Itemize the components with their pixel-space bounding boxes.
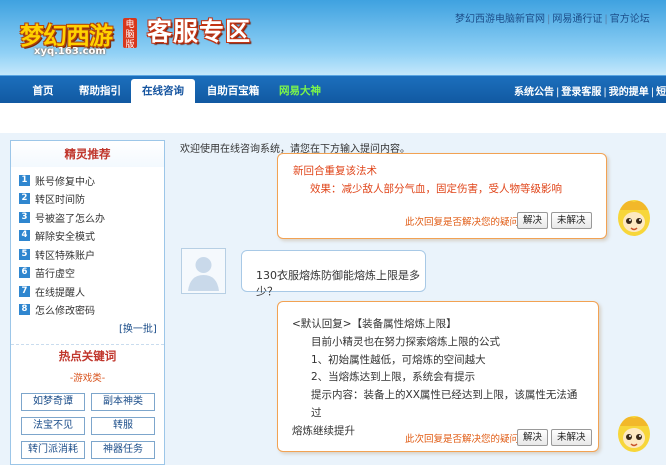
item-number: 4 (19, 230, 30, 242)
separator: | (650, 87, 655, 98)
link-forum[interactable]: 官方论坛 (610, 14, 650, 25)
logo-badge: 电脑版 (123, 18, 137, 50)
user-avatar (181, 248, 226, 294)
answer-line: <默认回复>【装备属性熔炼上限】 (292, 318, 457, 330)
item-label: 号被盗了怎么办 (35, 213, 105, 225)
item-number: 7 (19, 285, 30, 297)
recommend-item[interactable]: 4 解除安全模式 (19, 227, 159, 246)
answer-line: 目前小精灵也在努力探索熔炼上限的公式 (311, 335, 500, 348)
tab-self-service[interactable]: 自助百宝箱 (199, 79, 267, 104)
item-number: 8 (19, 304, 30, 316)
item-label: 在线提醒人 (35, 287, 85, 299)
game-logo[interactable]: 梦幻西游 电脑版 xyq.163.com (8, 6, 137, 58)
recommend-item[interactable]: 6 苗行虚空 (19, 264, 159, 283)
item-label: 解除安全模式 (35, 232, 95, 244)
unsolved-button[interactable]: 未解决 (551, 429, 592, 446)
solved-prompt: 此次回复是否解决您的疑问: (405, 434, 523, 445)
recommend-item[interactable]: 2 转区时间防 (19, 190, 159, 209)
keyword-button[interactable]: 法宝不见 (21, 417, 85, 435)
answer-line: 提示内容：装备上的XX属性已经达到上限，该属性无法通过 (311, 389, 578, 419)
tab-home[interactable]: 首页 (20, 79, 66, 104)
tab-online-consult[interactable]: 在线咨询 (131, 79, 195, 104)
answer-bubble: 新回合重复该法术 效果：减少敌人部分气血，固定伤害，受人物等级影响 此次回复是否… (277, 153, 607, 239)
recommend-item[interactable]: 5 转区特殊账户 (19, 245, 159, 264)
link-passport[interactable]: 网易通行证 (552, 14, 602, 25)
recommend-item[interactable]: 3 号被盗了怎么办 (19, 208, 159, 227)
link-login-service[interactable]: 登录客服 (561, 87, 601, 98)
solved-button[interactable]: 解决 (517, 429, 549, 446)
item-number: 2 (19, 193, 30, 205)
refresh-recommend-link[interactable]: [换一批] (119, 320, 157, 335)
answer-line: 新回合重复该法术 (293, 165, 377, 177)
game-category-label: -游戏类- (69, 373, 106, 384)
service-bot-avatar-icon (618, 200, 650, 236)
item-label: 账号修复中心 (35, 176, 95, 188)
item-label: 转区特殊账户 (35, 250, 95, 262)
page-title: 客服专区 (147, 17, 252, 46)
keyword-button[interactable]: 转门派消耗 (21, 441, 85, 459)
tab-netease-dashen[interactable]: 网易大神 (272, 79, 328, 104)
separator: | (603, 87, 607, 98)
item-number: 5 (19, 248, 30, 260)
item-number: 1 (19, 174, 30, 186)
item-label: 转区时间防 (35, 195, 85, 207)
recommend-list: 1 账号修复中心 2 转区时间防 3 号被盗了怎么办 4 解除安全模式 5 转区特殊账户 … (19, 171, 159, 319)
separator: | (604, 14, 608, 25)
answer-bubble: <默认回复>【装备属性熔炼上限】 目前小精灵也在努力探索熔炼上限的公式 1、初始… (277, 301, 599, 452)
link-my-tickets[interactable]: 我的提单 (609, 87, 649, 98)
item-label: 苗行虚空 (35, 269, 75, 281)
link-official-site[interactable]: 梦幻西游电脑新官网 (455, 14, 545, 25)
recommend-title: 精灵推荐 (11, 141, 164, 167)
main-nav: 首页 帮助指引 在线咨询 自助百宝箱 网易大神 系统公告 | 登录客服 | 我的提单 | 短 (0, 75, 666, 104)
link-more[interactable]: 短 (656, 87, 666, 98)
nav-right-links: 系统公告 | 登录客服 | 我的提单 | 短 (514, 83, 666, 98)
sub-bar (0, 103, 666, 133)
question-text: 130衣服熔炼防御能熔炼上限是多少？ (256, 269, 420, 298)
recommend-item[interactable]: 8 怎么修改密码 (19, 301, 159, 320)
service-bot-avatar-icon (618, 416, 650, 452)
tab-help[interactable]: 帮助指引 (70, 79, 130, 104)
answer-line: 1、初始属性越低，可熔炼的空间越大 (311, 353, 486, 366)
logo-url: xyq.163.com (34, 46, 106, 57)
top-links: 梦幻西游电脑新官网 | 网易通行证 | 官方论坛 (455, 10, 650, 25)
question-bubble: 130衣服熔炼防御能熔炼上限是多少？ (241, 250, 426, 298)
item-number: 3 (19, 211, 30, 223)
separator: | (547, 14, 551, 25)
answer-line: 2、当熔炼达到上限，系统会有提示 (311, 371, 476, 384)
keyword-button[interactable]: 如梦奇谭 (21, 393, 85, 411)
recommend-item[interactable]: 7 在线提醒人 (19, 282, 159, 301)
link-announcements[interactable]: 系统公告 (514, 87, 554, 98)
keyword-button[interactable]: 神器任务 (91, 441, 155, 459)
solved-prompt: 此次回复是否解决您的疑问: (405, 217, 523, 228)
sidebar: 精灵推荐 1 账号修复中心 2 转区时间防 3 号被盗了怎么办 4 解除安全模式 5 转区… (10, 140, 165, 465)
item-number: 6 (19, 267, 30, 279)
unsolved-button[interactable]: 未解决 (551, 212, 592, 229)
keyword-button[interactable]: 转服 (91, 417, 155, 435)
item-label: 怎么修改密码 (35, 306, 95, 318)
solved-button[interactable]: 解决 (517, 212, 549, 229)
answer-body: <默认回复>【装备属性熔炼上限】 目前小精灵也在努力探索熔炼上限的公式 1、初始… (292, 316, 582, 441)
keyword-button[interactable]: 副本神类 (91, 393, 155, 411)
header-banner: 梦幻西游 电脑版 xyq.163.com 客服专区 梦幻西游电脑新官网 | 网易通行… (0, 0, 666, 75)
user-avatar-icon (182, 249, 225, 293)
recommend-item[interactable]: 1 账号修复中心 (19, 171, 159, 190)
separator: | (556, 87, 560, 98)
hot-keywords-title: 热点关键词 (11, 344, 164, 366)
answer-line: 效果：减少敌人部分气血，固定伤害，受人物等级影响 (310, 183, 562, 195)
